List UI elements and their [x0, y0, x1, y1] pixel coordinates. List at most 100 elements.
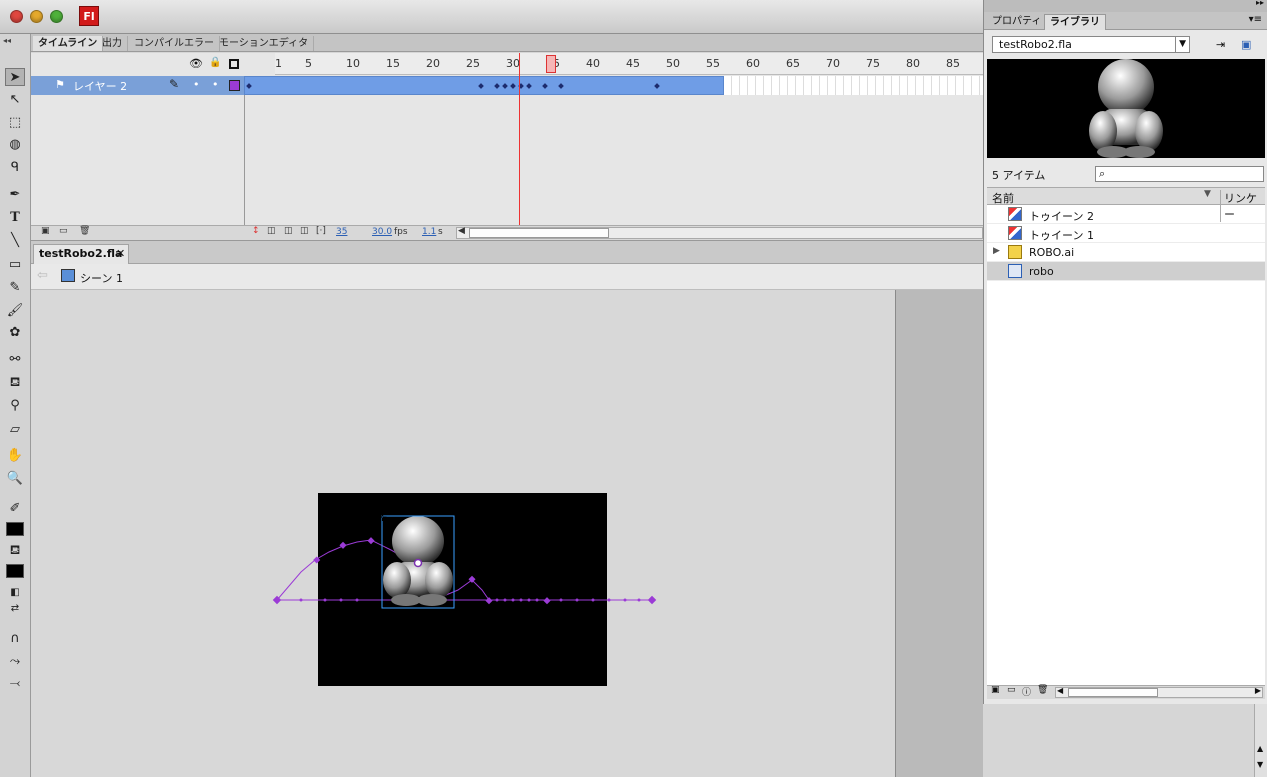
modify-markers-icon[interactable]: [·]	[316, 226, 326, 236]
toolbar-collapse-icon[interactable]: ◂◂	[3, 36, 11, 45]
hand-tool-icon[interactable]: ✋	[5, 447, 25, 465]
layer-header[interactable]: ⚑ レイヤー 2 ✎ • •	[31, 76, 244, 95]
library-document-select[interactable]: testRobo2.fla ▼	[992, 36, 1190, 53]
disclosure-triangle-icon[interactable]: ▶	[993, 246, 1000, 256]
tab-properties[interactable]: プロパティ	[987, 14, 1046, 30]
deco-tool-icon[interactable]: ✿	[5, 324, 25, 342]
new-folder-icon[interactable]: ▭	[59, 226, 68, 236]
swap-colors-icon[interactable]: ⇄	[5, 600, 25, 618]
pencil-tool-icon[interactable]: ✎	[5, 279, 25, 297]
layer-name[interactable]: レイヤー 2	[73, 78, 127, 94]
keyframe[interactable]	[558, 83, 564, 89]
library-item[interactable]: トゥイーン 1	[987, 224, 1265, 243]
3d-rotation-tool-icon[interactable]: ◍	[5, 136, 25, 154]
keyframe[interactable]	[494, 83, 500, 89]
center-frame-icon[interactable]: ↕	[252, 226, 260, 236]
onion-outline-icon[interactable]: ◫	[284, 226, 293, 236]
new-library-panel-icon[interactable]: ▣	[1241, 38, 1251, 51]
smooth-icon[interactable]: ⤳	[5, 653, 25, 671]
window-vertical-scrollbar[interactable]: ▲ ▼	[1254, 704, 1267, 777]
lock-all-icon[interactable]: 🔒	[209, 57, 221, 68]
tab-output[interactable]: 出力	[97, 36, 128, 51]
straighten-icon[interactable]: ⤙	[5, 675, 25, 693]
subselection-tool-icon[interactable]: ↖	[5, 91, 25, 109]
minimize-window-button[interactable]	[30, 10, 43, 23]
paint-bucket-tool-icon[interactable]: ⛾	[5, 374, 25, 392]
snap-to-objects-icon[interactable]: ∩	[5, 630, 25, 648]
sort-arrow-icon[interactable]: ▼	[1204, 189, 1211, 199]
keyframe[interactable]	[246, 83, 252, 89]
scroll-down-icon[interactable]: ▼	[1257, 760, 1263, 769]
visibility-dot-icon[interactable]: •	[193, 78, 200, 91]
library-search-input[interactable]: ⌕	[1095, 166, 1264, 182]
elapsed-time-value[interactable]: 1.1	[422, 227, 436, 237]
collapse-panel-icon[interactable]: ▸▸	[1256, 0, 1264, 7]
document-tab[interactable]: testRobo2.fla ✕	[33, 244, 129, 264]
tween-span[interactable]	[244, 76, 724, 95]
onion-skin-icon[interactable]: ◫	[267, 226, 276, 236]
new-folder-icon[interactable]: ▭	[1007, 685, 1016, 695]
outline-all-icon[interactable]	[229, 59, 239, 69]
tab-motion-editor[interactable]: モーションエディタ	[214, 36, 315, 51]
fill-color-icon[interactable]: ⛾	[5, 542, 25, 560]
frame-ruler[interactable]: 1 5 10 15 20 25 30 35 40 45 50 55 60 65 …	[275, 53, 1000, 75]
chevron-down-icon[interactable]: ▼	[1175, 37, 1186, 52]
brush-tool-icon[interactable]: 🖌	[5, 302, 25, 320]
line-tool-icon[interactable]: ╲	[5, 232, 25, 250]
properties-icon[interactable]: ⓘ	[1022, 685, 1031, 698]
layer-color-swatch[interactable]	[229, 80, 240, 91]
keyframe[interactable]	[542, 83, 548, 89]
layer-row[interactable]: ⚑ レイヤー 2 ✎ • •	[31, 76, 983, 95]
keyframe[interactable]	[478, 83, 484, 89]
text-tool-icon[interactable]: T	[5, 209, 25, 227]
keyframe[interactable]	[510, 83, 516, 89]
eraser-tool-icon[interactable]: ▱	[5, 421, 25, 439]
tab-library[interactable]: ライブラリ	[1044, 14, 1106, 30]
lasso-tool-icon[interactable]: ᑫ	[5, 159, 25, 177]
pasteboard[interactable]: ✛	[31, 290, 895, 777]
close-tab-icon[interactable]: ✕	[116, 245, 125, 263]
zoom-tool-icon[interactable]: 🔍	[5, 470, 25, 488]
zoom-window-button[interactable]	[50, 10, 63, 23]
close-window-button[interactable]	[10, 10, 23, 23]
motion-path-overlay[interactable]: ✛	[31, 290, 895, 777]
scene-label[interactable]: シーン 1	[80, 270, 123, 286]
show-hide-all-icon[interactable]: 👁	[189, 57, 203, 70]
scroll-left-icon[interactable]: ◀	[458, 226, 465, 236]
scroll-right-icon[interactable]: ▶	[1255, 686, 1261, 695]
stroke-color-swatch[interactable]	[6, 522, 24, 536]
pencil-edit-icon[interactable]: ✎	[169, 77, 179, 91]
eyedropper-tool-icon[interactable]: ⚲	[5, 397, 25, 415]
fill-color-swatch[interactable]	[6, 564, 24, 578]
column-name[interactable]: 名前	[992, 190, 1014, 206]
new-symbol-icon[interactable]: ▣	[991, 685, 1000, 695]
current-frame-value[interactable]: 35	[336, 227, 347, 237]
scroll-thumb[interactable]	[1068, 688, 1158, 697]
scroll-left-icon[interactable]: ◀	[1057, 686, 1063, 695]
stroke-color-icon[interactable]: ✐	[5, 500, 25, 518]
bone-tool-icon[interactable]: ⚯	[5, 351, 25, 369]
scroll-thumb[interactable]	[469, 228, 609, 238]
empty-frames[interactable]	[724, 76, 983, 95]
tab-compiler-errors[interactable]: コンパイルエラー	[129, 36, 220, 51]
new-layer-icon[interactable]: ▣	[41, 226, 50, 236]
delete-icon[interactable]: 🗑	[1037, 685, 1048, 695]
library-item[interactable]: ▶ ROBO.ai	[987, 243, 1265, 262]
edit-multiple-frames-icon[interactable]: ◫	[300, 226, 309, 236]
timeline-horizontal-scrollbar[interactable]: ◀	[456, 226, 983, 239]
panel-menu-icon[interactable]: ▾≡	[1249, 14, 1262, 25]
pin-library-icon[interactable]: ⇥	[1216, 38, 1225, 51]
rectangle-tool-icon[interactable]: ▭	[5, 256, 25, 274]
free-transform-tool-icon[interactable]: ⬚	[5, 114, 25, 132]
keyframe[interactable]	[502, 83, 508, 89]
library-item[interactable]: トゥイーン 2	[987, 205, 1265, 224]
pen-tool-icon[interactable]: ✒	[5, 186, 25, 204]
scroll-up-icon[interactable]: ▲	[1257, 744, 1263, 753]
back-arrow-icon[interactable]: ⇦	[37, 268, 48, 283]
tab-timeline[interactable]: タイムライン	[33, 36, 104, 51]
fps-value[interactable]: 30.0	[372, 227, 392, 237]
keyframe[interactable]	[654, 83, 660, 89]
playhead-handle[interactable]	[546, 55, 556, 73]
delete-layer-icon[interactable]: 🗑	[79, 226, 90, 236]
keyframe[interactable]	[526, 83, 532, 89]
